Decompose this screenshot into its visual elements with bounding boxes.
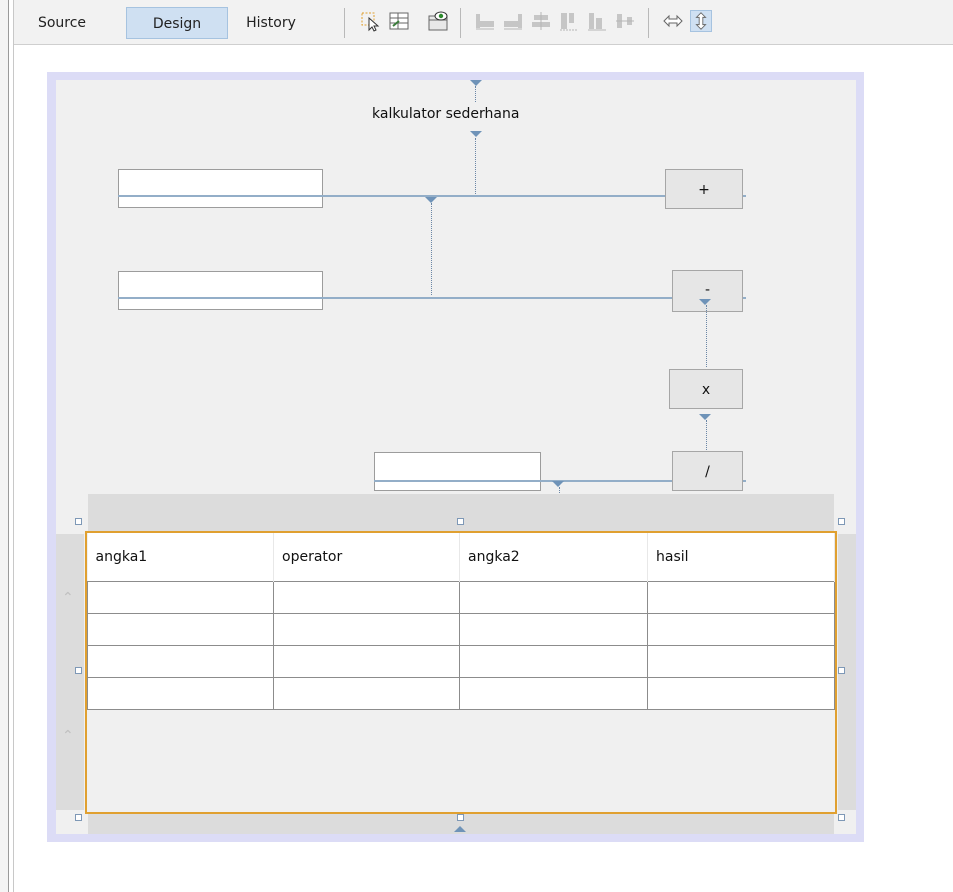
divide-button[interactable]: / [672, 451, 743, 491]
data-table[interactable]: angka1 operator angka2 hasil [87, 533, 835, 710]
table-cell[interactable] [87, 581, 274, 614]
tab-history[interactable]: History [228, 7, 314, 39]
column-header-operator[interactable]: operator [273, 533, 460, 582]
table-cell[interactable] [273, 613, 460, 646]
gutter-divider [8, 0, 9, 892]
editor-gutter [0, 0, 8, 892]
design-toolbar: Source Design History [14, 0, 953, 45]
title-label[interactable]: kalkulator sederhana [372, 106, 519, 122]
toolbar-separator [344, 8, 345, 38]
table-row[interactable] [87, 677, 835, 710]
resize-handle-ne[interactable] [838, 518, 845, 525]
anchor-marker [454, 826, 466, 832]
align-top-icon[interactable] [558, 10, 580, 32]
resize-vertical-icon[interactable] [690, 10, 712, 32]
anchor-guide [706, 305, 707, 367]
table-cell[interactable] [647, 613, 835, 646]
table-cell[interactable] [647, 581, 835, 614]
table-cell[interactable] [647, 677, 835, 710]
gutter-divider-inner [13, 0, 14, 892]
subtract-button[interactable]: - [672, 270, 743, 312]
anchor-guide [431, 203, 432, 295]
resize-handle-w[interactable] [75, 667, 82, 674]
table-cell[interactable] [87, 677, 274, 710]
table-cell[interactable] [647, 645, 835, 678]
toolbar-separator [648, 8, 649, 38]
table-row[interactable] [87, 645, 835, 678]
scroll-up-caret-icon: ⌃ [62, 590, 74, 606]
anchor-marker [699, 414, 711, 420]
table-cell[interactable] [87, 645, 274, 678]
column-header-hasil[interactable]: hasil [647, 533, 835, 582]
anchor-guide [706, 420, 707, 450]
column-header-angka1[interactable]: angka1 [87, 533, 274, 582]
table-header-row: angka1 operator angka2 hasil [87, 533, 835, 582]
resize-handle-se[interactable] [838, 814, 845, 821]
table-cell[interactable] [459, 645, 648, 678]
resize-handle-s[interactable] [457, 814, 464, 821]
multiply-button[interactable]: x [669, 369, 743, 409]
anchor-marker [470, 80, 482, 86]
table-cell[interactable] [87, 613, 274, 646]
table-cell[interactable] [273, 581, 460, 614]
preview-design-icon[interactable] [427, 10, 449, 32]
table-cell[interactable] [459, 581, 648, 614]
table-cell[interactable] [273, 677, 460, 710]
anchor-guide [475, 86, 476, 102]
toolbar-separator [460, 8, 461, 38]
baseline-guide [118, 297, 746, 299]
anchor-guide [475, 138, 476, 194]
resize-handle-e[interactable] [838, 667, 845, 674]
input-angka2[interactable] [118, 271, 323, 310]
table-cell[interactable] [459, 677, 648, 710]
selection-mode-icon[interactable] [360, 10, 382, 32]
center-horizontally-icon[interactable] [530, 10, 552, 32]
align-left-icon[interactable] [474, 10, 496, 32]
resize-horizontal-icon[interactable] [662, 10, 684, 32]
resize-handle-nw[interactable] [75, 518, 82, 525]
table-row[interactable] [87, 613, 835, 646]
anchor-marker [470, 131, 482, 137]
add-button[interactable]: + [665, 169, 743, 209]
table-cell[interactable] [459, 613, 648, 646]
resize-handle-sw[interactable] [75, 814, 82, 821]
align-right-icon[interactable] [502, 10, 524, 32]
center-vertically-icon[interactable] [614, 10, 636, 32]
anchor-marker [699, 299, 711, 305]
table-row[interactable] [87, 581, 835, 614]
column-header-angka2[interactable]: angka2 [459, 533, 648, 582]
resize-handle-n[interactable] [457, 518, 464, 525]
table-cell[interactable] [273, 645, 460, 678]
scroll-up-caret-icon: ⌃ [62, 728, 74, 744]
align-bottom-icon[interactable] [586, 10, 608, 32]
tab-source[interactable]: Source [20, 7, 104, 39]
tab-design[interactable]: Design [126, 7, 228, 39]
input-angka1[interactable] [118, 169, 323, 208]
anchor-marker [552, 481, 564, 487]
connection-mode-icon[interactable] [388, 10, 410, 32]
input-hasil[interactable] [374, 452, 541, 491]
scroll-pane-top [88, 494, 834, 532]
